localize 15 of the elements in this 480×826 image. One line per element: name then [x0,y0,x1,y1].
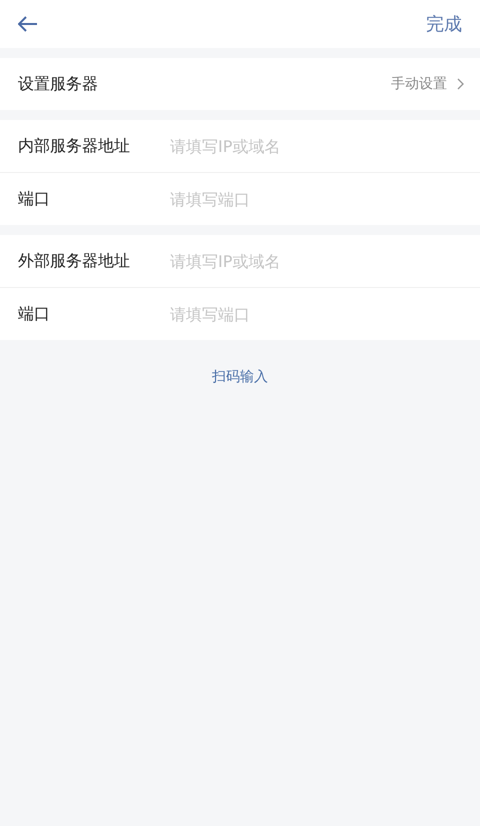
field-label: 端口 [18,188,51,210]
done-button[interactable]: 完成 [426,12,462,36]
input-field[interactable]: 请填写端口 [170,304,440,324]
row-label: 设置服务器 [18,74,98,94]
field-label: 内部服务器地址 [18,136,131,156]
back-arrow-icon[interactable] [18,16,38,32]
input-field[interactable]: 请填写IP或域名 [170,136,440,156]
field-label: 端口 [18,304,51,324]
scan-input-link[interactable]: 扫码输入 [212,368,268,386]
field-label: 外部服务器地址 [18,250,131,272]
chevron-right-icon [457,78,464,90]
server-setting-row[interactable]: 设置服务器 手动设置 [0,58,480,110]
input-field[interactable]: 请填写IP或域名 [170,252,440,270]
input-field[interactable]: 请填写端口 [170,190,440,208]
row-value: 手动设置 [391,75,447,93]
